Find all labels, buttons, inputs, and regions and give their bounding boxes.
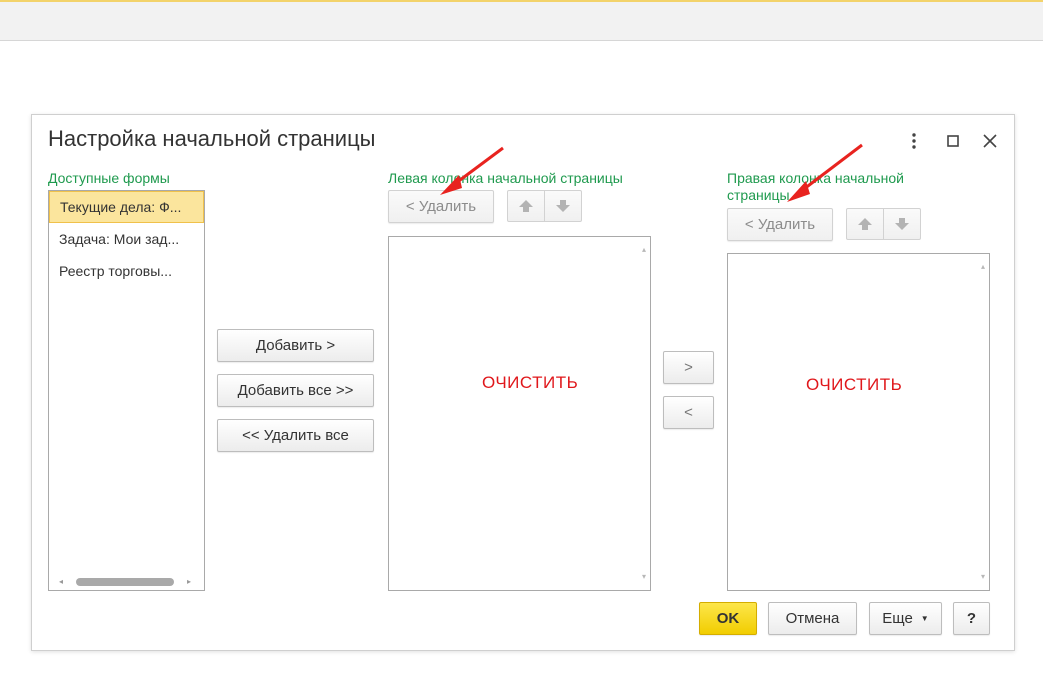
list-item[interactable]: Текущие дела: Ф... (49, 191, 204, 223)
scroll-left-icon[interactable]: ◂ (59, 577, 63, 587)
top-bar (0, 0, 1043, 41)
right-remove-button[interactable]: < Удалить (727, 208, 833, 241)
horizontal-scrollbar[interactable]: ◂ ▸ (49, 574, 204, 590)
scroll-down-icon[interactable]: ▾ (642, 572, 646, 582)
right-column-list[interactable]: ▴ ▾ (727, 253, 990, 591)
right-column-label-line2: страницы (727, 187, 790, 203)
available-forms-list[interactable]: Текущие дела: Ф... Задача: Мои зад... Ре… (48, 190, 205, 591)
cancel-button[interactable]: Отмена (768, 602, 857, 635)
maximize-icon[interactable] (941, 129, 965, 153)
move-down-icon[interactable] (544, 191, 581, 221)
move-up-icon[interactable] (847, 209, 883, 239)
more-button[interactable]: Еще ▼ (869, 602, 942, 635)
left-move-buttons (507, 190, 582, 222)
dialog-title: Настройка начальной страницы (48, 126, 376, 151)
right-clear-overlay: ОЧИСТИТЬ (806, 375, 903, 394)
scroll-up-icon[interactable]: ▴ (642, 245, 646, 255)
move-right-button[interactable]: > (663, 351, 714, 384)
scroll-down-icon[interactable]: ▾ (981, 572, 985, 582)
move-left-button[interactable]: < (663, 396, 714, 429)
scroll-up-icon[interactable]: ▴ (981, 262, 985, 272)
left-remove-button[interactable]: < Удалить (388, 190, 494, 223)
remove-all-button[interactable]: << Удалить все (217, 419, 374, 452)
ok-button[interactable]: OK (699, 602, 757, 635)
move-down-icon[interactable] (883, 209, 920, 239)
add-all-button[interactable]: Добавить все >> (217, 374, 374, 407)
right-column-label-line1: Правая колонка начальной (727, 170, 904, 186)
scrollbar-thumb[interactable] (76, 578, 174, 586)
list-item[interactable]: Реестр торговы... (49, 255, 204, 287)
available-forms-label: Доступные формы (48, 170, 170, 186)
left-clear-overlay: ОЧИСТИТЬ (482, 373, 579, 392)
left-column-label: Левая колонка начальной страницы (388, 170, 623, 186)
help-button[interactable]: ? (953, 602, 990, 635)
add-button[interactable]: Добавить > (217, 329, 374, 362)
list-item[interactable]: Задача: Мои зад... (49, 223, 204, 255)
right-column-label: Правая колонка начальной страницы (727, 170, 904, 204)
scroll-right-icon[interactable]: ▸ (187, 577, 191, 587)
more-button-label: Еще (882, 610, 913, 627)
more-actions-icon[interactable] (902, 129, 926, 153)
move-up-icon[interactable] (508, 191, 544, 221)
right-move-buttons (846, 208, 921, 240)
left-column-list[interactable]: ▴ ▾ (388, 236, 651, 591)
chevron-down-icon: ▼ (920, 614, 929, 623)
settings-dialog: Настройка начальной страницы Доступные ф… (31, 114, 1015, 651)
close-icon[interactable] (978, 129, 1002, 153)
